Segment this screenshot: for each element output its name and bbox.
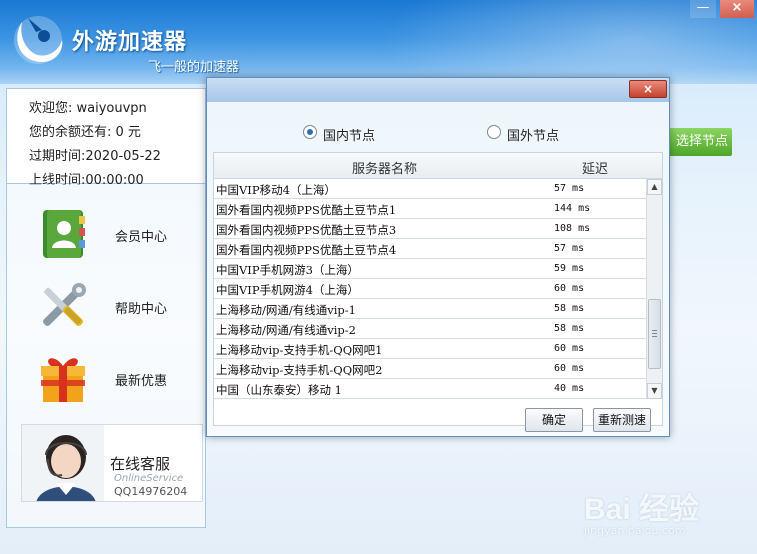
dialog-close-button[interactable]: × bbox=[629, 80, 667, 98]
server-name-cell: 国外看国内视频PPS优酷土豆节点3 bbox=[216, 223, 397, 237]
select-node-button[interactable]: 选择节点 bbox=[662, 128, 732, 156]
delay-cell: 57 ms bbox=[554, 183, 585, 194]
delay-cell: 58 ms bbox=[554, 303, 585, 314]
delay-cell: 60 ms bbox=[554, 363, 585, 374]
server-name-cell: 中国VIP手机网游3（上海） bbox=[216, 263, 359, 277]
gift-icon bbox=[41, 358, 85, 402]
grip-line bbox=[652, 330, 657, 331]
table-row[interactable]: 上海移动/网通/有线通vip-2 58 ms bbox=[214, 319, 646, 339]
minimize-button[interactable]: — bbox=[690, 0, 716, 18]
radio-selected-icon bbox=[303, 125, 317, 139]
online-service-title: 在线客服 bbox=[110, 455, 171, 473]
baidu-watermark: Bai 经验 jingyan.baidu.com bbox=[578, 482, 728, 542]
server-name-cell: 国外看国内视频PPS优酷土豆节点4 bbox=[216, 243, 397, 257]
radio-label: 国内节点 bbox=[323, 129, 376, 144]
scroll-thumb[interactable] bbox=[648, 299, 661, 369]
table-row[interactable]: 国外看国内视频PPS优酷土豆节点1 144 ms bbox=[214, 199, 646, 219]
server-name-cell: 中国VIP移动4（上海） bbox=[216, 183, 336, 197]
close-button[interactable]: × bbox=[720, 0, 754, 18]
delay-cell: 58 ms bbox=[554, 323, 585, 334]
dialog-titlebar[interactable]: × bbox=[207, 78, 669, 102]
ok-button[interactable]: 确定 bbox=[525, 408, 583, 432]
app-title: 外游加速器 bbox=[72, 30, 188, 55]
grip-line bbox=[652, 333, 657, 334]
delay-cell: 60 ms bbox=[554, 283, 585, 294]
nav-item-latest-offers[interactable]: 最新优惠 bbox=[29, 350, 199, 410]
radio-label: 国外节点 bbox=[507, 129, 560, 144]
contact-book-icon bbox=[43, 210, 85, 258]
watermark-url: jingyan.baidu.com bbox=[584, 524, 686, 537]
scroll-up-arrow-icon[interactable]: ▲ bbox=[647, 179, 662, 195]
column-header-delay[interactable]: 延迟 bbox=[582, 158, 608, 177]
table-row[interactable]: 国外看国内视频PPS优酷土豆节点4 57 ms bbox=[214, 239, 646, 259]
balance-text: 您的余额还有: 0 元 bbox=[29, 125, 141, 140]
table-body: 中国VIP移动4（上海） 57 ms 国外看国内视频PPS优酷土豆节点1 144 m… bbox=[214, 179, 646, 399]
delay-cell: 40 ms bbox=[554, 383, 585, 394]
table-row[interactable]: 上海移动/网通/有线通vip-1 58 ms bbox=[214, 299, 646, 319]
server-name-cell: 上海移动/网通/有线通vip-2 bbox=[216, 323, 356, 337]
server-name-cell: 国外看国内视频PPS优酷土豆节点1 bbox=[216, 203, 397, 217]
app-subtitle: 飞一般的加速器 bbox=[148, 60, 240, 75]
grip-line bbox=[652, 336, 657, 337]
nav-label: 会员中心 bbox=[115, 230, 168, 245]
watermark-text: Bai 经验 bbox=[584, 493, 700, 526]
nav-item-member-center[interactable]: 会员中心 bbox=[29, 206, 199, 266]
user-info-panel: 欢迎您: waiyouvpn 您的余额还有: 0 元 过期时间:2020-05-… bbox=[6, 88, 206, 188]
table-row[interactable]: 上海移动vip-支持手机-QQ网吧2 60 ms bbox=[214, 359, 646, 379]
welcome-text: 欢迎您: waiyouvpn bbox=[29, 101, 147, 116]
table-row[interactable]: 中国VIP移动4（上海） 57 ms bbox=[214, 179, 646, 199]
column-header-server-name[interactable]: 服务器名称 bbox=[352, 158, 417, 177]
table-row[interactable]: 中国（山东泰安）移动 1 40 ms bbox=[214, 379, 646, 399]
nav-label: 帮助中心 bbox=[115, 302, 168, 317]
radio-unselected-icon bbox=[487, 125, 501, 139]
node-select-dialog: × 国内节点 国外节点 服务器名称 延迟 中国VIP移动4（上海） 57 ms 国… bbox=[206, 77, 670, 437]
support-agent-avatar bbox=[22, 425, 104, 501]
app-header: 外游加速器 飞一般的加速器 — × bbox=[0, 0, 757, 84]
nav-label: 最新优惠 bbox=[115, 374, 168, 389]
table-scrollbar[interactable]: ▲ ▼ bbox=[646, 179, 662, 399]
expire-text: 过期时间:2020-05-22 bbox=[29, 149, 161, 164]
delay-cell: 59 ms bbox=[554, 263, 585, 274]
server-name-cell: 中国（山东泰安）移动 1 bbox=[216, 383, 342, 397]
dialog-body: 国内节点 国外节点 服务器名称 延迟 中国VIP移动4（上海） 57 ms 国外看… bbox=[207, 102, 669, 436]
server-name-cell: 上海移动vip-支持手机-QQ网吧2 bbox=[216, 363, 383, 377]
server-name-cell: 上海移动/网通/有线通vip-1 bbox=[216, 303, 356, 317]
table-row[interactable]: 中国VIP手机网游4（上海） 60 ms bbox=[214, 279, 646, 299]
server-table: 服务器名称 延迟 中国VIP移动4（上海） 57 ms 国外看国内视频PPS优酷土… bbox=[213, 152, 663, 426]
online-service-card[interactable]: 在线客服 OnlineService QQ14976204 bbox=[21, 424, 203, 502]
nav-item-help-center[interactable]: 帮助中心 bbox=[29, 278, 199, 338]
retest-speed-button[interactable]: 重新测速 bbox=[593, 408, 651, 432]
delay-cell: 108 ms bbox=[554, 223, 591, 234]
server-name-cell: 中国VIP手机网游4（上海） bbox=[216, 283, 359, 297]
delay-cell: 57 ms bbox=[554, 243, 585, 254]
online-service-qq: QQ14976204 bbox=[114, 485, 188, 498]
app-logo-icon bbox=[14, 16, 63, 64]
delay-cell: 144 ms bbox=[554, 203, 591, 214]
server-name-cell: 上海移动vip-支持手机-QQ网吧1 bbox=[216, 343, 383, 357]
table-row[interactable]: 中国VIP手机网游3（上海） 59 ms bbox=[214, 259, 646, 279]
table-row[interactable]: 国外看国内视频PPS优酷土豆节点3 108 ms bbox=[214, 219, 646, 239]
table-header: 服务器名称 延迟 bbox=[214, 153, 662, 179]
scroll-down-arrow-icon[interactable]: ▼ bbox=[647, 383, 662, 399]
tools-icon bbox=[43, 283, 86, 326]
side-nav: 会员中心 帮助中心 最新优惠 在线客服 OnlineService QQ1497… bbox=[6, 184, 206, 528]
table-row[interactable]: 上海移动vip-支持手机-QQ网吧1 60 ms bbox=[214, 339, 646, 359]
online-service-subtitle: OnlineService bbox=[114, 473, 184, 484]
delay-cell: 60 ms bbox=[554, 343, 585, 354]
